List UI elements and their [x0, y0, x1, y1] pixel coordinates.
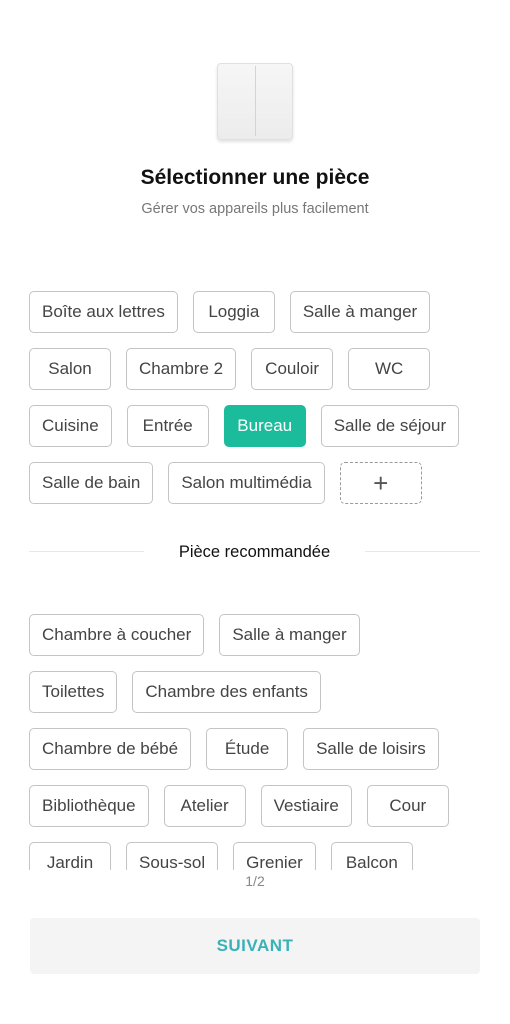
room-row: Salon Chambre 2 Couloir WC	[29, 348, 489, 390]
room-row: Cuisine Entrée Bureau Salle de séjour	[29, 405, 489, 447]
room-chip-boite-aux-lettres[interactable]: Boîte aux lettres	[29, 291, 178, 333]
page-title: Sélectionner une pièce	[140, 166, 370, 189]
recommended-chip-salle-a-manger[interactable]: Salle à manger	[219, 614, 360, 656]
switch-device-icon	[217, 63, 293, 140]
recommended-chip-chambre-a-coucher[interactable]: Chambre à coucher	[29, 614, 205, 656]
next-button[interactable]: SUIVANT	[30, 918, 480, 974]
recommended-chip-salle-de-loisirs[interactable]: Salle de loisirs	[303, 728, 439, 770]
plus-icon: +	[373, 467, 389, 498]
divider-line-right	[365, 551, 480, 552]
recommended-row: Chambre de bébé Étude Salle de loisirs	[29, 728, 489, 770]
room-chip-couloir[interactable]: Couloir	[251, 348, 334, 390]
page-subtitle: Gérer vos appareils plus facilement	[141, 201, 369, 217]
room-list: Boîte aux lettres Loggia Salle à manger …	[29, 291, 489, 504]
room-chip-salle-de-sejour[interactable]: Salle de séjour	[320, 405, 460, 447]
add-room-button[interactable]: +	[339, 462, 422, 504]
recommended-room-list: Chambre à coucher Salle à manger Toilett…	[29, 614, 489, 884]
recommended-chip-chambre-de-bebe[interactable]: Chambre de bébé	[29, 728, 192, 770]
room-chip-chambre-2[interactable]: Chambre 2	[126, 348, 237, 390]
recommended-label: Pièce recommandée	[178, 543, 331, 561]
room-chip-wc[interactable]: WC	[348, 348, 431, 390]
page-indicator: 1/2	[245, 873, 265, 889]
room-chip-loggia[interactable]: Loggia	[192, 291, 275, 333]
room-chip-entree[interactable]: Entrée	[126, 405, 209, 447]
recommended-row: Bibliothèque Atelier Vestiaire Cour	[29, 785, 489, 827]
room-chip-salle-de-bain[interactable]: Salle de bain	[29, 462, 154, 504]
recommended-chip-etude[interactable]: Étude	[206, 728, 289, 770]
recommended-chip-cour[interactable]: Cour	[366, 785, 449, 827]
room-chip-bureau-selected[interactable]: Bureau	[223, 405, 306, 447]
recommended-chip-chambre-des-enfants[interactable]: Chambre des enfants	[132, 671, 321, 713]
room-chip-salle-a-manger[interactable]: Salle à manger	[289, 291, 431, 333]
recommended-chip-atelier[interactable]: Atelier	[163, 785, 246, 827]
recommended-row: Toilettes Chambre des enfants	[29, 671, 489, 713]
recommended-chip-vestiaire[interactable]: Vestiaire	[260, 785, 352, 827]
room-chip-salon[interactable]: Salon	[29, 348, 111, 390]
recommended-chip-toilettes[interactable]: Toilettes	[29, 671, 118, 713]
recommended-divider: Pièce recommandée	[29, 540, 480, 564]
room-chip-salon-multimedia[interactable]: Salon multimédia	[168, 462, 325, 504]
recommended-chip-bibliotheque[interactable]: Bibliothèque	[29, 785, 149, 827]
recommended-row: Chambre à coucher Salle à manger	[29, 614, 489, 656]
room-row: Boîte aux lettres Loggia Salle à manger	[29, 291, 489, 333]
room-chip-cuisine[interactable]: Cuisine	[29, 405, 112, 447]
room-row: Salle de bain Salon multimédia +	[29, 462, 489, 504]
